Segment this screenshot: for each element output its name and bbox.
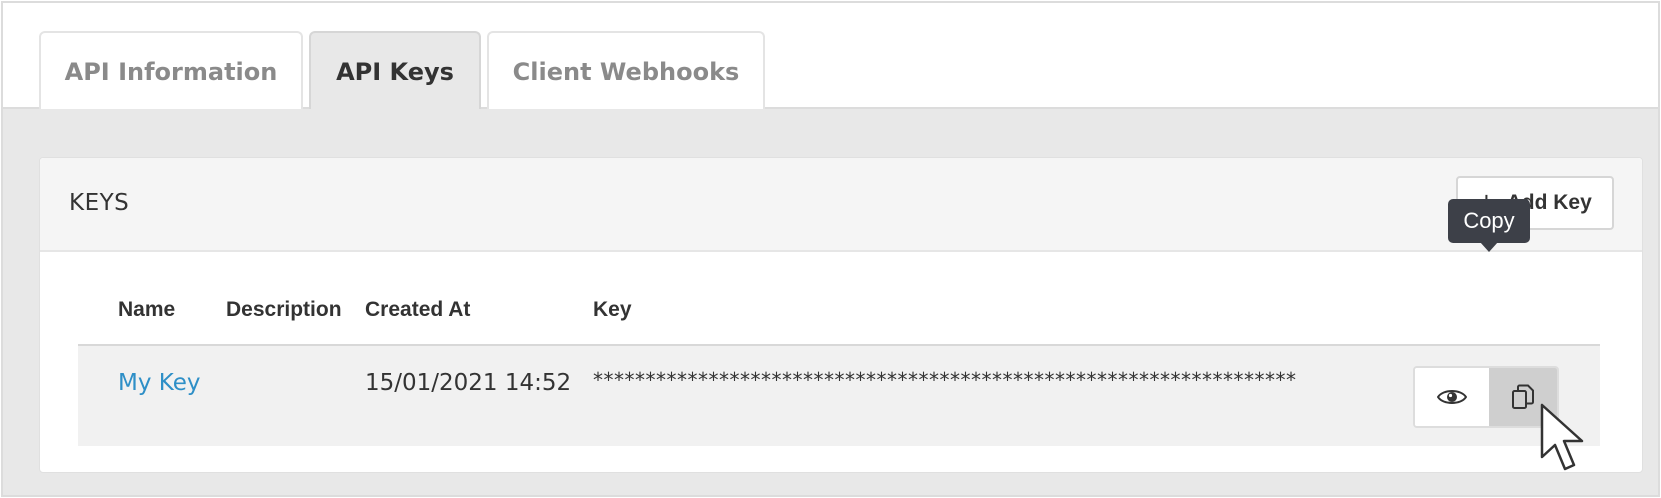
tab-api-information[interactable]: API Information: [39, 31, 303, 111]
copy-icon: [1511, 384, 1534, 409]
tab-bar: API Information API Keys Client Webhooks: [3, 3, 1658, 111]
tab-label: API Keys: [336, 58, 454, 86]
tab-label: API Information: [64, 58, 278, 86]
mouse-cursor-icon: [1540, 403, 1584, 471]
keys-card: KEYS + Add Key Name Description Created …: [39, 157, 1643, 473]
app-frame: API Information API Keys Client Webhooks…: [1, 1, 1660, 497]
eye-icon: [1436, 390, 1467, 404]
column-header-created-at: Created At: [365, 298, 471, 321]
keys-card-header: KEYS + Add Key: [40, 158, 1642, 252]
copy-tooltip: Copy: [1448, 199, 1530, 252]
view-key-button[interactable]: [1415, 368, 1489, 426]
key-value-masked: ****************************************…: [593, 368, 1297, 392]
column-header-key: Key: [593, 298, 632, 321]
keys-title: KEYS: [69, 190, 130, 216]
key-created-at: 15/01/2021 14:52: [365, 370, 572, 396]
table-row: My Key 15/01/2021 14:52 ****************…: [78, 344, 1600, 446]
keys-table-header: Name Description Created At Key: [78, 288, 1598, 338]
tab-label: Client Webhooks: [512, 58, 740, 86]
tab-client-webhooks[interactable]: Client Webhooks: [487, 31, 765, 111]
column-header-name: Name: [118, 298, 176, 321]
tooltip-text: Copy: [1463, 208, 1515, 233]
column-header-description: Description: [226, 298, 342, 321]
key-name-link[interactable]: My Key: [118, 370, 200, 396]
tab-content: KEYS + Add Key Name Description Created …: [3, 109, 1658, 495]
tab-api-keys[interactable]: API Keys: [309, 31, 481, 111]
